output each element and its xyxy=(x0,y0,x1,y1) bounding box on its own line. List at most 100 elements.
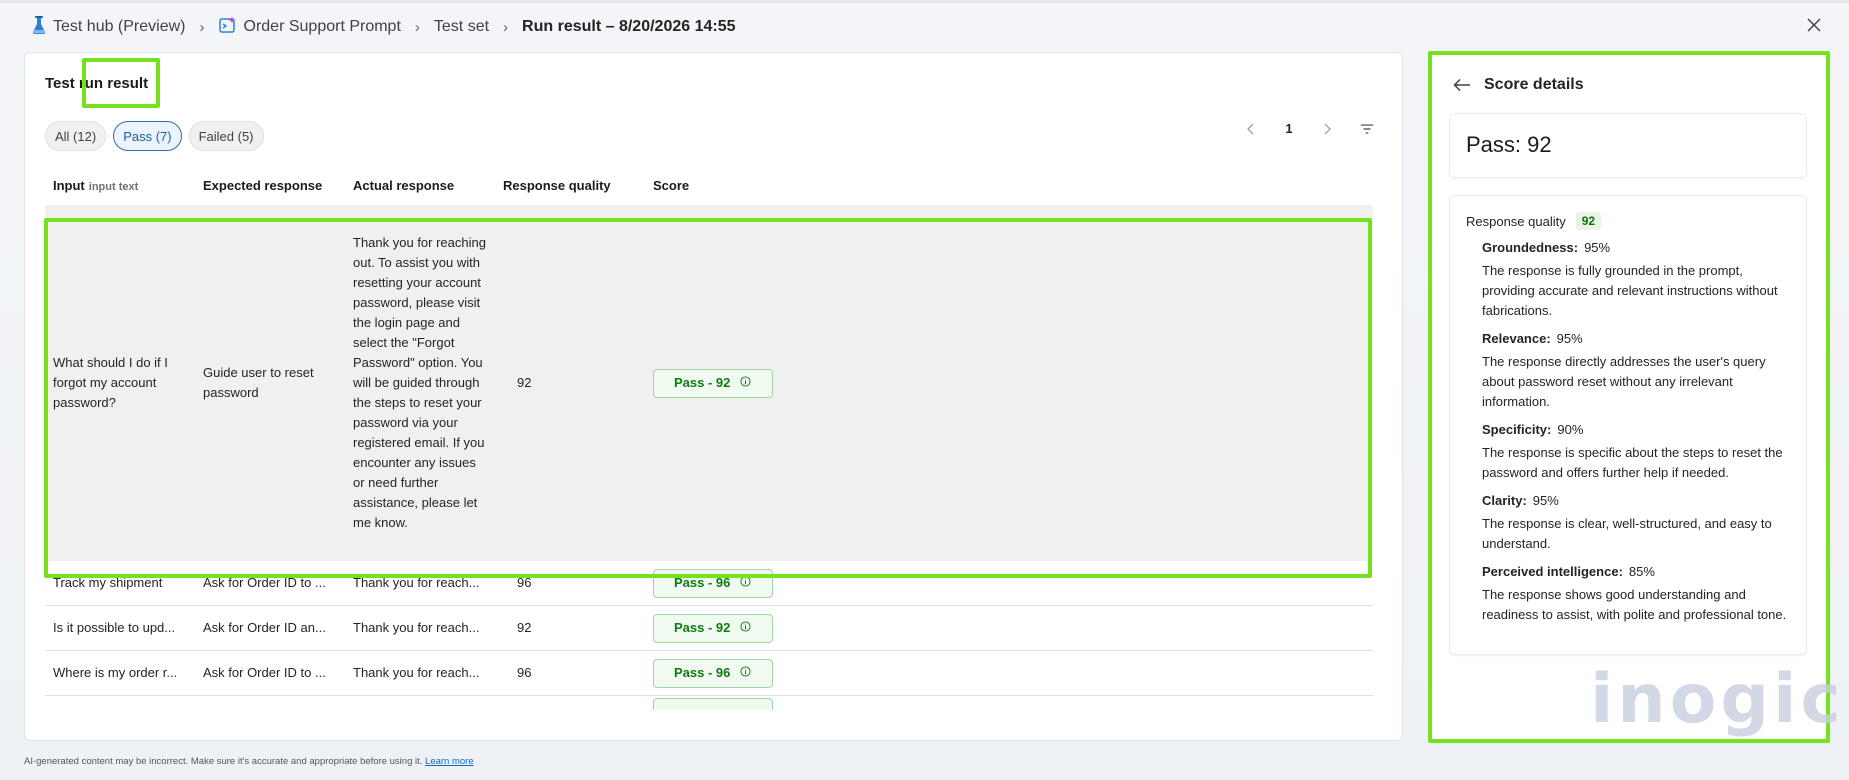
score-details-title: Score details xyxy=(1484,76,1584,93)
response-quality-card: Response quality 92 Groundedness: 95% The… xyxy=(1449,195,1807,655)
breadcrumb-test-hub[interactable]: Test hub (Preview) xyxy=(32,15,186,39)
filter-pills: All (12) Pass (7) Failed (5) xyxy=(45,121,264,151)
metric-clarity: Clarity: 95% The response is clear, well-… xyxy=(1482,491,1790,554)
score-badge[interactable]: Pass - 96 xyxy=(653,658,773,688)
table-row[interactable]: What should I do if I forgot my account … xyxy=(45,205,1373,561)
cell-input: Track my shipment xyxy=(53,575,163,590)
page-number: 1 xyxy=(1285,121,1293,136)
table-row[interactable]: Where is my order r... Ask for Order ID … xyxy=(45,651,1373,696)
close-button[interactable] xyxy=(1801,14,1827,40)
response-quality-line: Response quality 92 xyxy=(1466,212,1790,230)
breadcrumb-label: Run result – 8/20/2026 14:55 xyxy=(522,18,736,35)
prompt-icon xyxy=(218,16,237,39)
score-badge[interactable] xyxy=(653,698,773,710)
chevron-right-icon: › xyxy=(503,18,509,36)
metric-name: Relevance: xyxy=(1482,331,1551,346)
table-row-partial[interactable] xyxy=(45,696,1373,710)
pass-score: Pass: 92 xyxy=(1466,132,1552,157)
score-badge[interactable]: Pass - 92 xyxy=(653,368,773,398)
table-header: Input input text Expected response Actual… xyxy=(45,165,1373,205)
table-row[interactable]: Track my shipment Ask for Order ID to ..… xyxy=(45,561,1373,606)
score-label: Pass - 96 xyxy=(674,665,731,680)
cell-score: Pass - 96 xyxy=(645,658,1373,688)
back-button[interactable] xyxy=(1452,75,1472,95)
chevron-right-icon: › xyxy=(199,18,205,36)
column-header-input: Input input text xyxy=(45,178,195,193)
breadcrumb-prompt[interactable]: Order Support Prompt xyxy=(218,16,401,39)
score-label: Pass - 96 xyxy=(674,575,731,590)
breadcrumb-label: Test hub (Preview) xyxy=(53,18,186,35)
cell-score: Pass - 96 xyxy=(645,568,1373,598)
disclaimer-text: AI-generated content may be incorrect. M… xyxy=(24,756,423,767)
cell-actual: Thank you for reaching out. To assist yo… xyxy=(353,235,486,530)
cell-score: Pass - 92 xyxy=(645,613,1373,643)
cell-input: What should I do if I forgot my account … xyxy=(53,355,168,410)
filter-all-pill[interactable]: All (12) xyxy=(45,121,107,151)
chevron-right-icon: › xyxy=(414,18,420,36)
metric-specificity: Specificity: 90% The response is specific… xyxy=(1482,420,1790,483)
cell-score xyxy=(645,696,1373,710)
cell-expected: Ask for Order ID to ... xyxy=(203,575,326,590)
breadcrumb: Test hub (Preview) › Order Support Promp… xyxy=(32,15,736,39)
filter-icon xyxy=(1360,123,1374,134)
column-header-sublabel: input text xyxy=(88,180,139,193)
score-label: Pass - 92 xyxy=(674,620,731,635)
results-table: Input input text Expected response Actual… xyxy=(45,165,1373,710)
metric-name: Groundedness: xyxy=(1482,240,1579,255)
cell-input: Where is my order r... xyxy=(53,665,178,680)
column-header-expected: Expected response xyxy=(203,177,323,193)
metric-value: 90% xyxy=(1557,422,1584,437)
chevron-left-icon xyxy=(1247,123,1254,134)
cell-quality: 92 xyxy=(517,620,532,635)
previous-page-button[interactable] xyxy=(1244,122,1258,136)
metric-perceived-intelligence: Perceived intelligence: 85% The response … xyxy=(1482,562,1790,625)
info-icon xyxy=(740,663,751,683)
cell-quality: 96 xyxy=(517,665,532,680)
cell-actual: Thank you for reach... xyxy=(353,575,480,590)
score-details-panel: Score details Pass: 92 Response quality … xyxy=(1429,52,1827,741)
metric-description: The response shows good understanding an… xyxy=(1482,587,1787,622)
filter-failed-pill[interactable]: Failed (5) xyxy=(188,121,264,151)
cell-input: Is it possible to upd... xyxy=(53,620,176,635)
metric-description: The response is specific about the steps… xyxy=(1482,445,1783,480)
close-icon xyxy=(1806,17,1822,38)
pass-score-card: Pass: 92 xyxy=(1449,113,1807,178)
table-row[interactable]: Is it possible to upd... Ask for Order I… xyxy=(45,606,1373,651)
column-header-score: Score xyxy=(653,177,690,193)
cell-quality: 92 xyxy=(517,375,532,390)
metric-description: The response is fully grounded in the pr… xyxy=(1482,263,1778,318)
pagination: 1 xyxy=(1244,121,1374,136)
info-icon xyxy=(740,373,751,393)
cell-expected: Ask for Order ID to ... xyxy=(203,665,326,680)
metric-value: 85% xyxy=(1628,564,1655,579)
score-badge[interactable]: Pass - 92 xyxy=(653,613,773,643)
info-icon xyxy=(740,573,751,593)
breadcrumb-label: Test set xyxy=(433,18,490,35)
panel-title: Test run result xyxy=(45,75,149,92)
metric-value: 95% xyxy=(1556,331,1583,346)
cell-score: Pass - 92 xyxy=(645,368,1373,398)
metric-value: 95% xyxy=(1532,493,1559,508)
next-page-button[interactable] xyxy=(1320,122,1334,136)
filter-button[interactable] xyxy=(1360,122,1374,136)
footer-disclaimer: AI-generated content may be incorrect. M… xyxy=(24,756,474,767)
learn-more-link[interactable]: Learn more xyxy=(425,756,474,767)
flask-icon xyxy=(32,15,46,39)
cell-expected: Guide user to reset password xyxy=(203,365,314,400)
score-badge[interactable]: Pass - 96 xyxy=(653,568,773,598)
metric-groundedness: Groundedness: 95% The response is fully g… xyxy=(1482,238,1790,321)
response-quality-label: Response quality xyxy=(1466,213,1566,229)
chevron-right-icon xyxy=(1324,123,1331,134)
column-header-quality: Response quality xyxy=(503,177,611,193)
column-header-label: Input xyxy=(53,177,85,193)
cell-actual: Thank you for reach... xyxy=(353,665,480,680)
top-divider xyxy=(0,0,1849,3)
score-label: Pass - 92 xyxy=(674,375,731,390)
filter-pass-pill[interactable]: Pass (7) xyxy=(113,121,182,151)
score-details-header: Score details xyxy=(1452,75,1584,95)
info-icon xyxy=(740,618,751,638)
breadcrumb-test-set[interactable]: Test set xyxy=(434,18,489,36)
metric-name: Clarity: xyxy=(1482,493,1527,508)
metric-relevance: Relevance: 95% The response directly addr… xyxy=(1482,329,1790,412)
cell-actual: Thank you for reach... xyxy=(353,620,480,635)
